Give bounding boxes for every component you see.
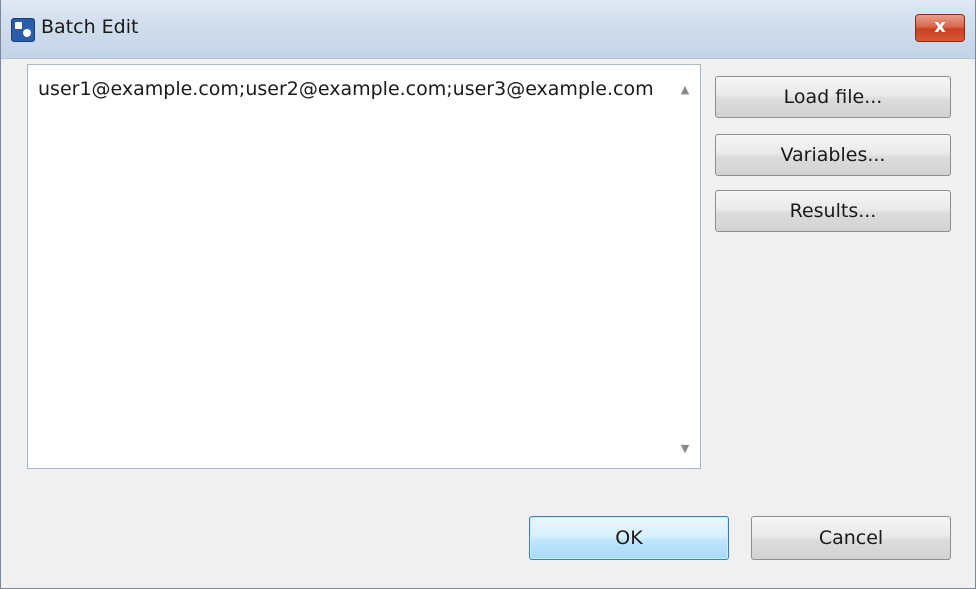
batch-text-area[interactable]: user1@example.com;user2@example.com;user… xyxy=(27,64,701,469)
vertical-scrollbar[interactable]: ▲ ▼ xyxy=(670,65,700,468)
cancel-button[interactable]: Cancel xyxy=(751,516,951,560)
scroll-down-arrow-icon[interactable]: ▼ xyxy=(670,434,700,464)
window-title: Batch Edit xyxy=(41,16,139,38)
scroll-up-arrow-icon[interactable]: ▲ xyxy=(670,75,700,105)
batch-text-value[interactable]: user1@example.com;user2@example.com;user… xyxy=(38,77,668,102)
title-bar[interactable]: Batch Edit x xyxy=(1,0,975,59)
batch-edit-dialog: Batch Edit x user1@example.com;user2@exa… xyxy=(0,0,976,589)
app-icon xyxy=(11,18,35,42)
close-button[interactable]: x xyxy=(915,14,965,42)
variables-button[interactable]: Variables... xyxy=(715,134,951,176)
ok-button[interactable]: OK xyxy=(529,516,729,560)
results-button[interactable]: Results... xyxy=(715,190,951,232)
close-icon: x xyxy=(934,16,946,37)
load-file-button[interactable]: Load file... xyxy=(715,76,951,118)
